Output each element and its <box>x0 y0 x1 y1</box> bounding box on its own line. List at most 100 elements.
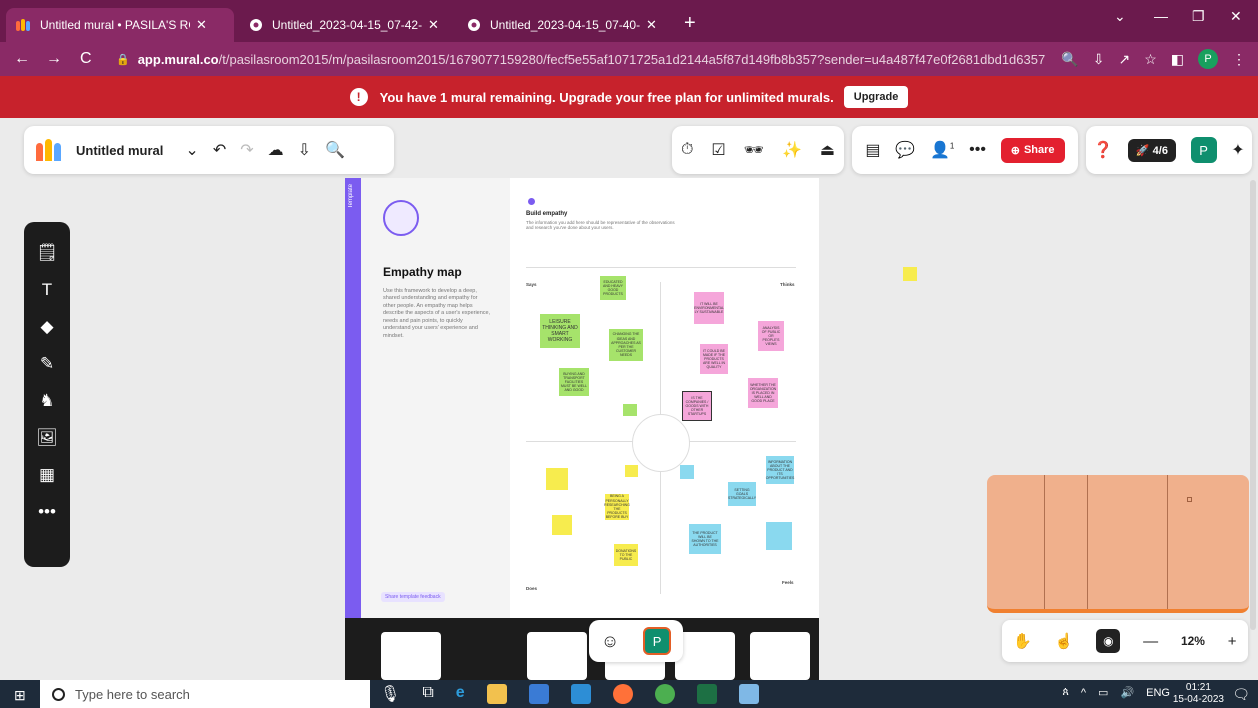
sticky-note[interactable]: IT COULD BE MADE IF THE PRODUCTS ARE WEL… <box>700 344 728 374</box>
sticky-note[interactable] <box>766 522 792 550</box>
more-dots-icon[interactable]: ••• <box>969 141 986 159</box>
text-icon[interactable]: T <box>24 271 70 308</box>
more-dots-icon[interactable]: ••• <box>24 493 70 530</box>
export-icon[interactable]: ⇩ <box>298 140 311 160</box>
hand-pan-icon[interactable]: ✋ <box>1013 632 1032 650</box>
sticky-note[interactable] <box>903 267 917 281</box>
sticky-note[interactable]: LEISURE THINKING AND SMART WORKING <box>540 314 580 348</box>
zoom-icon[interactable]: 🔍 <box>1061 51 1078 68</box>
people-icon[interactable]: ጰ <box>1062 686 1069 699</box>
sticky-note[interactable]: EDUCATED AND HEAVY GOOD PRODUCTS <box>600 276 626 300</box>
profile-avatar[interactable]: P <box>1198 49 1218 69</box>
zoom-level[interactable]: 12% <box>1181 634 1205 648</box>
apps-grid-icon[interactable]: ▦ <box>24 456 70 493</box>
sticky-note[interactable] <box>552 515 572 535</box>
onboarding-badge[interactable]: 🚀 4/6 <box>1127 138 1176 162</box>
mural-title[interactable]: Untitled mural <box>76 143 163 158</box>
user-avatar[interactable]: P <box>1190 137 1217 163</box>
template-card[interactable] <box>527 632 587 680</box>
notification-icon[interactable]: 🗨 <box>1232 686 1250 703</box>
edge-icon[interactable]: e <box>456 684 465 704</box>
back-arrow-icon[interactable]: ← <box>14 50 30 68</box>
taskbar-search-input[interactable]: Type here to search <box>40 680 370 708</box>
firefox-icon[interactable] <box>612 684 633 704</box>
shapes-icon[interactable]: ◆ <box>24 308 70 345</box>
summon-icon[interactable]: ⏏ <box>820 140 835 160</box>
new-tab-button[interactable]: + <box>684 12 696 35</box>
sticky-note[interactable]: BUYING AND TRANSPORT FACILITIES MUST BE … <box>559 368 589 396</box>
sticky-note[interactable]: WHETHER THE ORGANIZATION IS PLACED IN WE… <box>748 378 778 408</box>
comments-icon[interactable]: 💬 <box>895 140 915 160</box>
help-icon[interactable]: ❓ <box>1093 140 1113 160</box>
templates-llama-icon[interactable]: ♞ <box>24 382 70 419</box>
url-input[interactable]: 🔒 app.mural.co/t/pasilasroom2015/m/pasil… <box>116 46 1196 72</box>
sticky-note[interactable]: IT WILL BE ENVIRONMENTAL LY SUSTAINABLE <box>694 292 724 324</box>
persona-circle[interactable] <box>632 414 690 472</box>
private-mode-icon[interactable]: 🕶 <box>744 140 764 160</box>
clock[interactable]: 01:21 15-04-2023 <box>1173 682 1224 706</box>
template-card[interactable] <box>381 632 441 680</box>
template-card[interactable] <box>750 632 810 680</box>
minimap[interactable] <box>987 475 1249 613</box>
reload-icon[interactable]: C <box>80 50 92 68</box>
sticky-note[interactable]: DONATIONS TO THE PUBLIC <box>614 544 638 566</box>
menu-dots-icon[interactable]: ⋮ <box>1232 51 1246 68</box>
language-indicator[interactable]: ENG <box>1146 687 1170 699</box>
outline-icon[interactable]: ▤ <box>865 140 880 160</box>
zoom-out-button[interactable]: — <box>1143 633 1158 650</box>
restore-icon[interactable]: ❐ <box>1192 8 1205 25</box>
store-icon[interactable] <box>528 684 549 704</box>
sticky-note[interactable]: IS THE COMPANIES / GOODS WITH OTHER STAR… <box>682 391 712 421</box>
forward-arrow-icon[interactable]: → <box>46 50 62 68</box>
collaborators-icon[interactable]: 👤1 <box>930 140 954 160</box>
tab-untitled-1[interactable]: Untitled_2023-04-15_07-42-38.p ✕ <box>238 8 452 42</box>
chevron-down-icon[interactable]: ⌄ <box>185 140 198 160</box>
image-icon[interactable]: 🖼 <box>24 419 70 456</box>
close-window-icon[interactable]: ✕ <box>1230 8 1242 25</box>
template-feedback-link[interactable]: Share template feedback <box>381 592 445 602</box>
sticky-note[interactable] <box>680 465 694 479</box>
install-icon[interactable]: ⇩ <box>1093 51 1105 68</box>
tray-chevron-icon[interactable]: ^ <box>1081 687 1086 699</box>
sticky-note[interactable] <box>623 404 637 416</box>
bookmark-star-icon[interactable]: ☆ <box>1144 51 1157 68</box>
microphone-icon[interactable]: 🎙 <box>380 684 400 704</box>
sticky-note[interactable]: THE PRODUCT WILL BE SHOWN TO THE AUTHORI… <box>689 524 721 554</box>
search-icon[interactable]: 🔍 <box>325 140 345 160</box>
sticky-note[interactable]: CHANGING THE IDEAS AND APPROACHES AS PER… <box>609 329 643 361</box>
close-icon[interactable]: ✕ <box>196 17 207 33</box>
tab-search-chevron-icon[interactable]: ⌄ <box>1114 8 1126 25</box>
excel-icon[interactable] <box>696 684 717 704</box>
task-view-icon[interactable]: ⧉ <box>422 684 433 704</box>
upgrade-button[interactable]: Upgrade <box>843 86 909 108</box>
tab-mural[interactable]: Untitled mural • PASILA'S ROOM ✕ <box>6 8 234 42</box>
minimize-icon[interactable]: — <box>1154 8 1168 24</box>
file-explorer-icon[interactable] <box>486 684 507 704</box>
share-button[interactable]: ⊕ Share <box>1000 137 1065 163</box>
sidebar-icon[interactable]: ◧ <box>1171 51 1184 68</box>
vertical-scrollbar[interactable] <box>1250 180 1256 630</box>
sticky-note[interactable]: ANALYSIS OF PUBLIC OR PEOPLE'S VIEWS <box>758 321 784 351</box>
undo-icon[interactable]: ↶ <box>213 140 226 160</box>
sticky-note[interactable]: SETTING GOALS STRATEGICALLY <box>728 482 756 506</box>
close-icon[interactable]: ✕ <box>428 17 439 33</box>
mural-logo-icon[interactable] <box>36 139 64 161</box>
sticky-note[interactable] <box>546 468 568 490</box>
share-page-icon[interactable]: ↗ <box>1118 51 1130 68</box>
sticky-note-icon[interactable]: 🗒 <box>24 234 70 271</box>
presenter-avatar[interactable]: P <box>643 627 672 655</box>
reaction-smiley-icon[interactable]: ☺ <box>601 631 619 652</box>
voting-icon[interactable]: ☑ <box>711 140 725 160</box>
zoom-in-button[interactable]: + <box>1228 633 1237 650</box>
timer-icon[interactable]: ⏱ <box>681 141 693 159</box>
sticky-note[interactable]: INFORMATION ABOUT THE PRODUCT AND ITS OP… <box>766 456 794 484</box>
pen-icon[interactable]: ✎ <box>24 345 70 382</box>
sticky-note[interactable]: BEING A PERSONALLY RESEARCHING THE PRODU… <box>604 494 630 520</box>
tab-untitled-2[interactable]: Untitled_2023-04-15_07-40-43.p ✕ <box>456 8 676 42</box>
windows-start-icon[interactable]: ⊞ <box>14 687 26 704</box>
close-icon[interactable]: ✕ <box>646 17 657 33</box>
sticky-note[interactable] <box>625 465 638 477</box>
select-cursor-icon[interactable]: ☝ <box>1055 632 1074 650</box>
presenter-view-icon[interactable]: ◉ <box>1096 629 1121 653</box>
chrome-icon[interactable] <box>654 684 675 704</box>
